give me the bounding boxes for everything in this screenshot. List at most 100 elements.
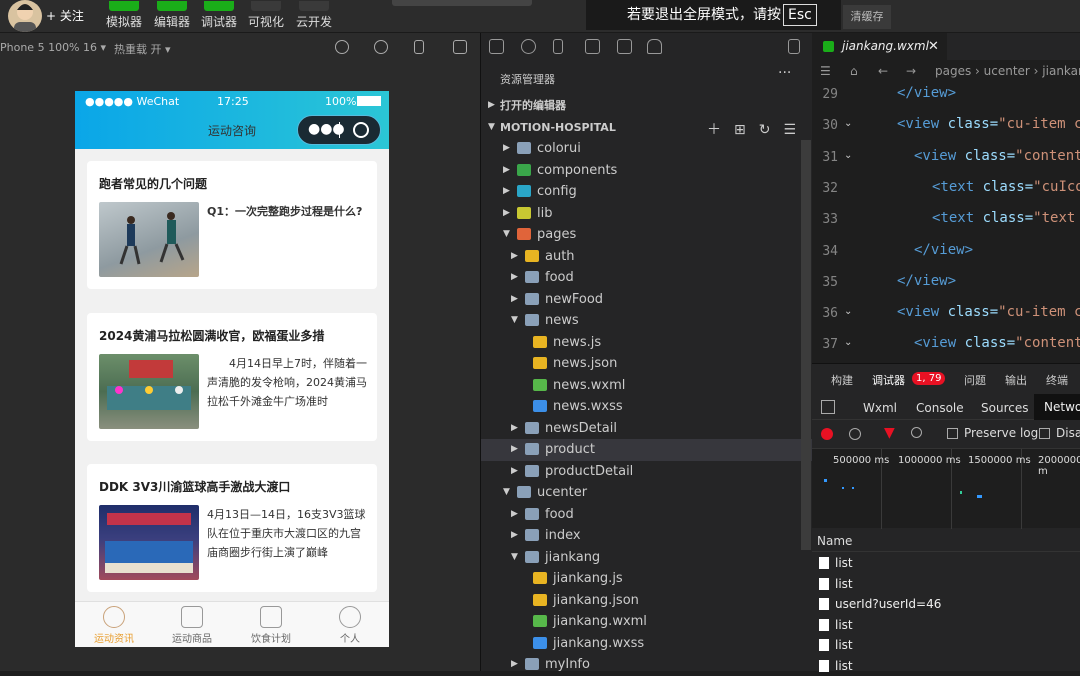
news-card[interactable]: 跑者常见的几个问题 Q1：一次完整跑步过程是什么? bbox=[87, 161, 377, 289]
chevron-right-icon[interactable]: ▶ bbox=[511, 461, 518, 483]
tree-file[interactable]: jiankang.wxss bbox=[481, 633, 813, 655]
tab-build[interactable]: 构建 bbox=[831, 372, 853, 388]
tab-sports-news[interactable]: 运动资讯 bbox=[75, 606, 153, 645]
tree-folder[interactable]: ▶ components bbox=[481, 160, 813, 182]
bookmark-icon[interactable]: ⌂ bbox=[850, 60, 858, 82]
tree-file[interactable]: news.wxss bbox=[481, 396, 813, 418]
record-icon[interactable] bbox=[821, 428, 833, 440]
tree-folder[interactable]: ▶ food bbox=[481, 504, 813, 526]
request-row[interactable]: list bbox=[812, 635, 1080, 655]
close-tab-icon[interactable]: ✕ bbox=[928, 33, 939, 60]
request-row[interactable]: userId?userId=46 bbox=[812, 594, 1080, 614]
tree-folder[interactable]: ▶ newFood bbox=[481, 289, 813, 311]
chevron-down-icon[interactable]: ▼ bbox=[503, 224, 510, 246]
search-icon[interactable] bbox=[911, 427, 922, 438]
tree-folder[interactable]: ▶ productDetail bbox=[481, 461, 813, 483]
files-icon[interactable] bbox=[489, 39, 504, 54]
chevron-right-icon[interactable]: ▶ bbox=[503, 160, 510, 182]
mini-program-capsule[interactable]: ●●● bbox=[297, 115, 381, 145]
editor-toggle[interactable]: 编辑器 bbox=[153, 1, 191, 30]
phone-icon[interactable] bbox=[414, 40, 424, 54]
tab-sports-products[interactable]: 运动商品 bbox=[153, 606, 231, 645]
chevron-down-icon[interactable]: ▼ bbox=[503, 482, 510, 504]
visual-toggle[interactable]: 可视化 bbox=[247, 1, 285, 30]
code-line[interactable]: <text class="text bbox=[932, 210, 1075, 226]
record-icon[interactable] bbox=[374, 40, 388, 54]
clear-cache-button[interactable]: 清缓存 bbox=[843, 5, 891, 29]
chevron-right-icon[interactable]: ▶ bbox=[511, 525, 518, 547]
code-line[interactable]: <text class="cuIco bbox=[932, 179, 1080, 195]
subtab-network[interactable]: Network bbox=[1034, 394, 1080, 420]
code-line[interactable]: </view> bbox=[897, 85, 956, 101]
tree-file[interactable]: jiankang.wxml bbox=[481, 611, 813, 633]
tree-file[interactable]: news.json bbox=[481, 353, 813, 375]
tree-folder[interactable]: ▶ newsDetail bbox=[481, 418, 813, 440]
tab-debugger[interactable]: 调试器 bbox=[872, 372, 905, 388]
subtab-wxml[interactable]: Wxml bbox=[863, 401, 897, 415]
tree-file[interactable]: news.js bbox=[481, 332, 813, 354]
disable-cache-checkbox[interactable] bbox=[1039, 428, 1050, 439]
follow-button[interactable]: + 关注 bbox=[46, 7, 84, 24]
storage-icon[interactable] bbox=[617, 39, 632, 54]
tree-folder[interactable]: ▼ jiankang bbox=[481, 547, 813, 569]
news-card[interactable]: 2024黄浦马拉松圆满收官，欧福蛋业多措 4月14日早上7时，伴随着一声清脆的发… bbox=[87, 313, 377, 441]
back-icon[interactable]: ← bbox=[878, 60, 888, 82]
tree-folder[interactable]: ▶ colorui bbox=[481, 138, 813, 160]
chevron-right-icon[interactable]: ▶ bbox=[503, 203, 510, 225]
chevron-down-icon[interactable]: ▼ bbox=[488, 117, 495, 139]
subtab-console[interactable]: Console bbox=[916, 401, 964, 415]
chevron-right-icon[interactable]: ▶ bbox=[511, 439, 518, 461]
debugger-toggle[interactable]: 调试器 bbox=[200, 1, 238, 30]
tree-folder[interactable]: ▶ config bbox=[481, 181, 813, 203]
chevron-right-icon[interactable]: ▶ bbox=[503, 181, 510, 203]
refresh-icon[interactable] bbox=[335, 40, 349, 54]
tree-folder[interactable]: ▶ index bbox=[481, 525, 813, 547]
chevron-down-icon[interactable]: ▼ bbox=[511, 310, 518, 332]
docker-icon[interactable] bbox=[647, 39, 662, 54]
tree-folder[interactable]: ▶ food bbox=[481, 267, 813, 289]
fold-chevron-icon[interactable]: ⌄ bbox=[844, 337, 852, 348]
request-row[interactable]: list bbox=[812, 615, 1080, 635]
news-card[interactable]: DDK 3V3川渝篮球高手激战大渡口 4月13日—14日，16支3V3篮球队在位… bbox=[87, 464, 377, 592]
tab-output[interactable]: 输出 bbox=[1005, 372, 1027, 388]
cloud-dev-toggle[interactable]: 云开发 bbox=[295, 1, 333, 30]
window-icon[interactable] bbox=[453, 40, 467, 54]
fold-chevron-icon[interactable]: ⌄ bbox=[844, 118, 852, 129]
tab-diet-plan[interactable]: 饮食计划 bbox=[232, 606, 310, 645]
tree-folder[interactable]: ▶ myInfo bbox=[481, 654, 813, 676]
breadcrumb-path[interactable]: pages › ucenter › jiankang bbox=[935, 60, 1080, 82]
code-line[interactable]: <view class="content bbox=[914, 148, 1080, 164]
request-row[interactable]: list bbox=[812, 574, 1080, 594]
tree-folder[interactable]: ▼ pages bbox=[481, 224, 813, 246]
request-row[interactable]: list bbox=[812, 656, 1080, 676]
preserve-log-checkbox[interactable] bbox=[947, 428, 958, 439]
outline-icon[interactable]: ☰ bbox=[820, 60, 831, 82]
chevron-right-icon[interactable]: ▶ bbox=[503, 138, 510, 160]
request-row[interactable]: list bbox=[812, 553, 1080, 573]
chevron-right-icon[interactable]: ▶ bbox=[511, 418, 518, 440]
more-options-icon[interactable]: ··· bbox=[778, 65, 791, 81]
source-control-icon[interactable] bbox=[553, 39, 563, 54]
filter-icon[interactable]: ▼ bbox=[884, 425, 895, 441]
tree-folder[interactable]: ▶ product bbox=[481, 439, 813, 461]
tab-terminal[interactable]: 终端 bbox=[1046, 372, 1068, 388]
chevron-right-icon[interactable]: ▶ bbox=[488, 95, 495, 117]
search-icon[interactable] bbox=[521, 39, 536, 54]
extensions-icon[interactable] bbox=[585, 39, 600, 54]
chevron-right-icon[interactable]: ▶ bbox=[511, 246, 518, 268]
code-area[interactable]: 29 </view> 30 ⌄ <view class="cu-item c 31 ⌄ <vi… bbox=[812, 82, 1080, 363]
user-avatar[interactable] bbox=[8, 0, 42, 32]
forward-icon[interactable]: → bbox=[906, 60, 916, 82]
code-line[interactable]: <view class="cu-item c bbox=[897, 116, 1080, 132]
hot-reload-select[interactable]: 热重载 开 ▾ bbox=[114, 41, 171, 57]
explorer-section-header[interactable]: ▶ 打开的编辑器 bbox=[481, 95, 813, 117]
chevron-down-icon[interactable]: ▼ bbox=[511, 547, 518, 569]
compile-mode-select[interactable] bbox=[392, 0, 532, 6]
split-icon[interactable] bbox=[788, 39, 800, 54]
fold-chevron-icon[interactable]: ⌄ bbox=[844, 150, 852, 161]
explorer-section-header[interactable]: ▼ MOTION-HOSPITAL bbox=[481, 117, 813, 139]
chevron-right-icon[interactable]: ▶ bbox=[511, 654, 518, 676]
code-line[interactable]: </view> bbox=[914, 242, 973, 258]
tree-folder[interactable]: ▶ lib bbox=[481, 203, 813, 225]
tab-problems[interactable]: 问题 bbox=[964, 372, 986, 388]
